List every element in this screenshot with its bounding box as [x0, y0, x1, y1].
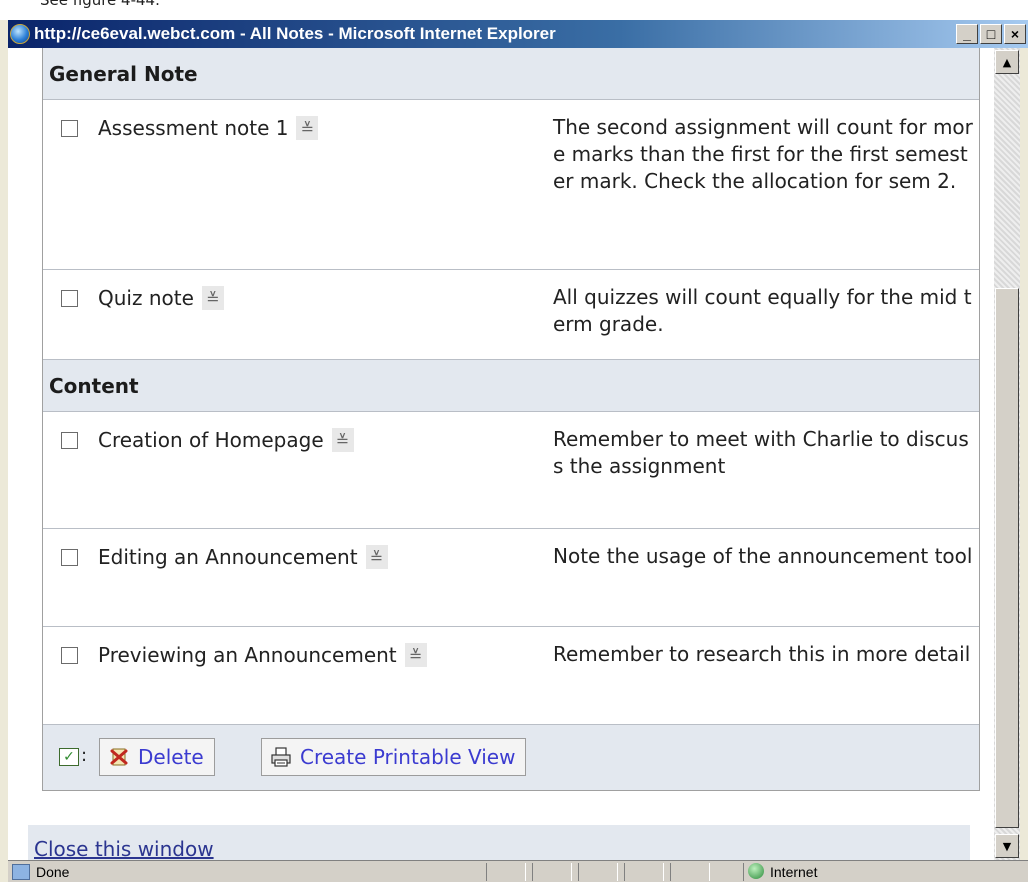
- section-header-general-note: General Note: [43, 48, 979, 100]
- status-pane: [624, 863, 664, 881]
- scroll-up-arrow-icon[interactable]: ▲: [995, 50, 1019, 74]
- note-checkbox[interactable]: [61, 289, 78, 307]
- contextual-menu-icon[interactable]: ≚: [201, 286, 224, 310]
- status-pane: [670, 863, 710, 881]
- note-title-cell: Creation of Homepage ≚: [61, 428, 354, 452]
- note-title[interactable]: Previewing an Announcement: [98, 643, 397, 667]
- note-title[interactable]: Editing an Announcement: [98, 545, 358, 569]
- delete-label: Delete: [138, 745, 204, 769]
- zone-label: Internet: [770, 864, 818, 880]
- note-row: Quiz note ≚ All quizzes will count equal…: [43, 270, 979, 360]
- action-bar-colon: :: [81, 745, 88, 766]
- note-title-cell: Previewing an Announcement ≚: [61, 643, 427, 667]
- notes-panel: General Note Assessment note 1 ≚ The sec…: [42, 48, 980, 791]
- note-title[interactable]: Quiz note: [98, 286, 194, 310]
- note-text: The second assignment will count for mor…: [553, 115, 973, 193]
- section-title: General Note: [49, 61, 198, 86]
- browser-window: http://ce6eval.webct.com - All Notes - M…: [0, 20, 1028, 882]
- internet-explorer-icon[interactable]: [10, 24, 30, 44]
- close-window-link[interactable]: Close this window: [34, 837, 214, 861]
- create-printable-view-button[interactable]: Create Printable View: [261, 738, 527, 776]
- scroll-down-arrow-icon[interactable]: ▼: [995, 834, 1019, 858]
- vertical-scrollbar[interactable]: ▲ ▼: [994, 48, 1020, 860]
- delete-icon: [106, 744, 132, 770]
- title-bar[interactable]: http://ce6eval.webct.com - All Notes - M…: [8, 20, 1028, 48]
- note-checkbox[interactable]: [61, 548, 78, 566]
- printer-icon: [268, 744, 294, 770]
- status-text: Done: [36, 864, 70, 880]
- note-title-cell: Assessment note 1 ≚: [61, 116, 319, 140]
- section-header-content: Content: [43, 360, 979, 412]
- note-row: Assessment note 1 ≚ The second assignmen…: [43, 100, 979, 270]
- delete-button[interactable]: Delete: [99, 738, 215, 776]
- create-printable-view-label: Create Printable View: [300, 745, 516, 769]
- note-checkbox[interactable]: [61, 119, 78, 137]
- select-all-checkmark-icon[interactable]: ✓: [59, 748, 79, 766]
- internet-zone-globe-icon: [748, 863, 764, 879]
- note-row: Creation of Homepage ≚ Remember to meet …: [43, 412, 979, 529]
- action-bar: ✓ : Delete Create Printable View: [43, 725, 979, 790]
- note-text: Remember to research this in more detail: [553, 642, 971, 666]
- contextual-menu-icon[interactable]: ≚: [331, 428, 354, 452]
- note-title[interactable]: Creation of Homepage: [98, 428, 324, 452]
- status-bar: Done Internet: [8, 860, 1028, 882]
- note-text: All quizzes will count equally for the m…: [553, 285, 972, 336]
- note-row: Editing an Announcement ≚ Note the usage…: [43, 529, 979, 627]
- note-checkbox[interactable]: [61, 646, 78, 664]
- note-text: Remember to meet with Charlie to discuss…: [553, 427, 969, 478]
- note-title-cell: Editing an Announcement ≚: [61, 545, 388, 569]
- document-fragment-text: See figure 4-44.: [40, 0, 160, 9]
- window-controls: _ □ ×: [956, 24, 1026, 44]
- contextual-menu-icon[interactable]: ≚: [296, 116, 319, 140]
- note-row: Previewing an Announcement ≚ Remember to…: [43, 627, 979, 725]
- window-title: http://ce6eval.webct.com - All Notes - M…: [34, 24, 556, 43]
- status-pane: [532, 863, 572, 881]
- contextual-menu-icon[interactable]: ≚: [404, 643, 427, 667]
- maximize-button[interactable]: □: [980, 24, 1002, 44]
- note-title-cell: Quiz note ≚: [61, 286, 224, 310]
- close-window-button[interactable]: ×: [1004, 24, 1026, 44]
- page-done-icon: [12, 864, 30, 880]
- status-pane: [578, 863, 618, 881]
- scrollbar-thumb[interactable]: [995, 288, 1019, 828]
- minimize-button[interactable]: _: [956, 24, 978, 44]
- note-title[interactable]: Assessment note 1: [98, 116, 288, 140]
- security-zone[interactable]: Internet: [743, 863, 863, 881]
- contextual-menu-icon[interactable]: ≚: [365, 545, 388, 569]
- note-text: Note the usage of the announcement tool: [553, 544, 973, 568]
- page-content: General Note Assessment note 1 ≚ The sec…: [8, 48, 994, 871]
- status-pane: [486, 863, 526, 881]
- section-title: Content: [49, 373, 139, 398]
- note-checkbox[interactable]: [61, 431, 78, 449]
